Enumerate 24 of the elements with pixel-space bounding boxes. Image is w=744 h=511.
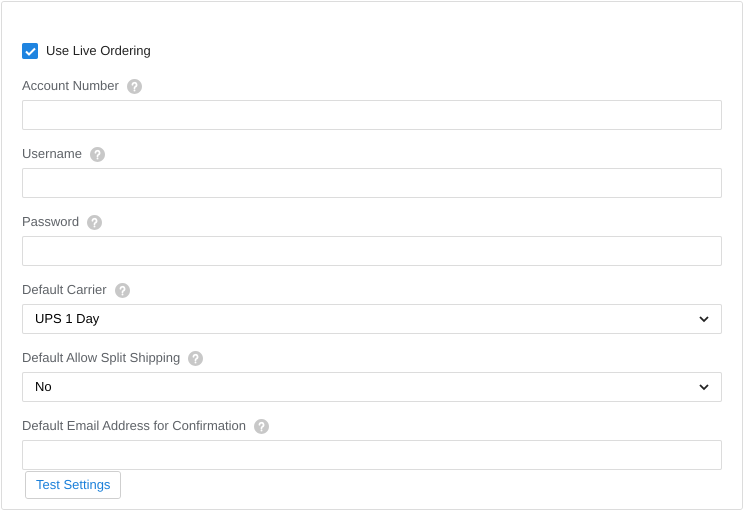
input-field[interactable] bbox=[22, 236, 722, 266]
checkmark-icon bbox=[24, 46, 36, 56]
help-icon[interactable] bbox=[90, 146, 105, 162]
chevron-down-icon bbox=[699, 316, 709, 322]
help-icon[interactable] bbox=[126, 78, 142, 94]
field-label: Default Carrier bbox=[22, 281, 107, 300]
input-field[interactable] bbox=[22, 168, 722, 198]
chevron-down-icon bbox=[699, 384, 709, 390]
checkbox-label: Use Live Ordering bbox=[46, 42, 151, 60]
help-icon[interactable] bbox=[114, 282, 130, 298]
field-label: Account Number bbox=[22, 77, 119, 96]
help-icon[interactable] bbox=[254, 418, 269, 434]
dropdown[interactable]: No bbox=[22, 372, 722, 402]
field-label: Username bbox=[22, 145, 82, 164]
field-label: Password bbox=[22, 213, 80, 232]
test-settings-button[interactable]: Test Settings bbox=[25, 471, 122, 499]
field-label: Default Email Address for Confirmation bbox=[22, 417, 246, 436]
help-icon[interactable] bbox=[87, 214, 102, 230]
dropdown[interactable]: UPS 1 Day bbox=[22, 304, 722, 334]
help-icon[interactable] bbox=[188, 350, 204, 366]
field-label: Default Allow Split Shipping bbox=[22, 349, 180, 368]
input-field[interactable] bbox=[22, 440, 722, 470]
checkbox[interactable] bbox=[22, 43, 38, 59]
input-field[interactable] bbox=[22, 100, 722, 130]
